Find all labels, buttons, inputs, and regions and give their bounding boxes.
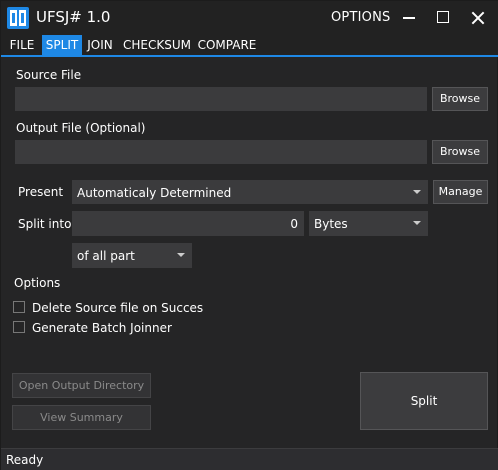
split-button[interactable]: Split bbox=[360, 372, 488, 430]
generate-batch-checkbox[interactable] bbox=[13, 321, 25, 333]
source-browse-button[interactable]: Browse bbox=[432, 87, 488, 111]
menu-compare[interactable]: COMPARE bbox=[196, 35, 258, 55]
chevron-down-icon bbox=[177, 253, 185, 257]
menu-checksum[interactable]: CHECKSUM bbox=[121, 35, 193, 55]
chevron-down-icon bbox=[413, 190, 421, 194]
status-bar: Ready bbox=[1, 448, 498, 470]
preset-select[interactable]: Automaticaly Determined bbox=[72, 180, 428, 204]
menu-split[interactable]: SPLIT bbox=[42, 35, 82, 55]
output-browse-button[interactable]: Browse bbox=[432, 140, 488, 164]
split-into-label: Split into bbox=[18, 217, 72, 231]
manage-button[interactable]: Manage bbox=[433, 180, 488, 204]
delete-source-label[interactable]: Delete Source file on Succes bbox=[32, 301, 203, 315]
preset-label: Present bbox=[18, 185, 64, 199]
app-logo-icon bbox=[7, 7, 29, 29]
split-size-value: 0 bbox=[290, 217, 298, 231]
output-file-label: Output File (Optional) bbox=[16, 121, 146, 135]
split-unit-value: Bytes bbox=[314, 217, 348, 231]
minimize-icon[interactable] bbox=[394, 5, 424, 31]
source-file-label: Source File bbox=[16, 68, 82, 82]
app-window: UFSJ# 1.0 OPTIONS FILE SPLIT JOIN CHECKS… bbox=[0, 0, 498, 470]
source-file-input[interactable] bbox=[15, 87, 427, 111]
output-file-input[interactable] bbox=[15, 140, 427, 164]
split-scope-value: of all part bbox=[77, 249, 135, 263]
chevron-down-icon bbox=[413, 221, 421, 225]
status-text: Ready bbox=[6, 453, 44, 467]
menu-bar: FILE SPLIT JOIN CHECKSUM COMPARE bbox=[1, 35, 498, 57]
options-heading: Options bbox=[14, 276, 61, 290]
app-title: UFSJ# 1.0 bbox=[36, 8, 111, 26]
open-output-directory-button[interactable]: Open Output Directory bbox=[12, 373, 151, 398]
maximize-icon[interactable] bbox=[429, 5, 459, 31]
generate-batch-label[interactable]: Generate Batch Joinner bbox=[32, 321, 172, 335]
preset-selected-value: Automaticaly Determined bbox=[77, 186, 232, 200]
menu-join[interactable]: JOIN bbox=[84, 35, 116, 55]
delete-source-checkbox[interactable] bbox=[13, 301, 25, 313]
split-scope-select[interactable]: of all part bbox=[72, 243, 192, 268]
menu-file[interactable]: FILE bbox=[5, 35, 39, 55]
title-bar[interactable]: UFSJ# 1.0 OPTIONS bbox=[1, 1, 498, 35]
view-summary-button[interactable]: View Summary bbox=[12, 405, 151, 430]
options-button[interactable]: OPTIONS bbox=[331, 10, 390, 25]
split-unit-select[interactable]: Bytes bbox=[309, 211, 428, 236]
close-icon[interactable] bbox=[462, 5, 492, 31]
split-size-input[interactable]: 0 bbox=[72, 211, 304, 236]
